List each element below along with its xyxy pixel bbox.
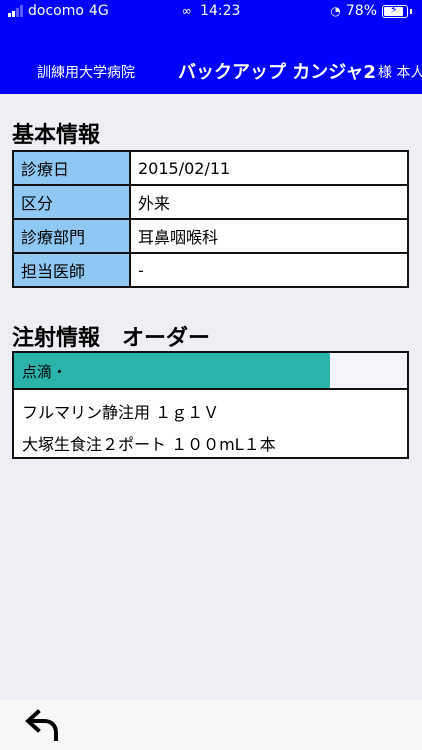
row-value-doctor: - (129, 252, 409, 288)
row-label-date: 診療日 (12, 150, 131, 186)
order-item: 大塚生食注２ポート １００mL１本 (22, 435, 276, 454)
order-item: フルマリン静注用 １ｇ１Ｖ (22, 403, 220, 422)
row-label-doctor: 担当医師 (12, 252, 131, 288)
back-arrow-icon (25, 709, 58, 741)
drip-category-bar: 点滴・ (14, 353, 330, 390)
basic-info-table: 診療日 2015/02/11 区分 外来 診療部門 耳鼻咽喉科 担当医師 - (12, 150, 409, 288)
rotation-lock-icon: ◔ (330, 4, 341, 18)
status-bar: docomo 4G ∞ 14:23 ◔ 78% ⚡ (0, 0, 422, 24)
basic-info-title: 基本情報 (12, 123, 101, 148)
patient-name: バックアップ カンジャ2 (178, 62, 376, 83)
status-time: 14:23 (200, 3, 241, 19)
table-row: 区分 外来 (12, 184, 409, 220)
injection-order-box: 点滴・ フルマリン静注用 １ｇ１Ｖ 大塚生食注２ポート １００mL１本 (12, 351, 409, 459)
battery-tip (410, 8, 412, 14)
row-label-department: 診療部門 (12, 218, 131, 254)
app-header: 訓練用大学病院 バックアップ カンジャ2 様 本人 (0, 24, 422, 94)
back-button[interactable] (24, 708, 64, 742)
drip-bar-remainder (330, 353, 407, 390)
row-value-date: 2015/02/11 (129, 150, 409, 186)
patient-suffix: 様 本人 (378, 65, 422, 81)
row-value-department: 耳鼻咽喉科 (129, 218, 409, 254)
bottom-toolbar (0, 700, 422, 750)
table-row: 診療部門 耳鼻咽喉科 (12, 218, 409, 254)
table-row: 担当医師 - (12, 252, 409, 288)
hospital-name: 訓練用大学病院 (37, 65, 135, 81)
status-right: ◔ 78% ⚡ (330, 3, 412, 19)
screen-share-icon: ∞ (181, 4, 192, 18)
row-label-category: 区分 (12, 184, 131, 220)
table-row: 診療日 2015/02/11 (12, 150, 409, 186)
injection-title: 注射情報 オーダー (12, 326, 211, 351)
battery-percent: 78% (345, 3, 377, 19)
row-value-category: 外来 (129, 184, 409, 220)
battery-charging-icon: ⚡ (382, 3, 408, 18)
drip-category-label: 点滴・ (22, 363, 68, 381)
